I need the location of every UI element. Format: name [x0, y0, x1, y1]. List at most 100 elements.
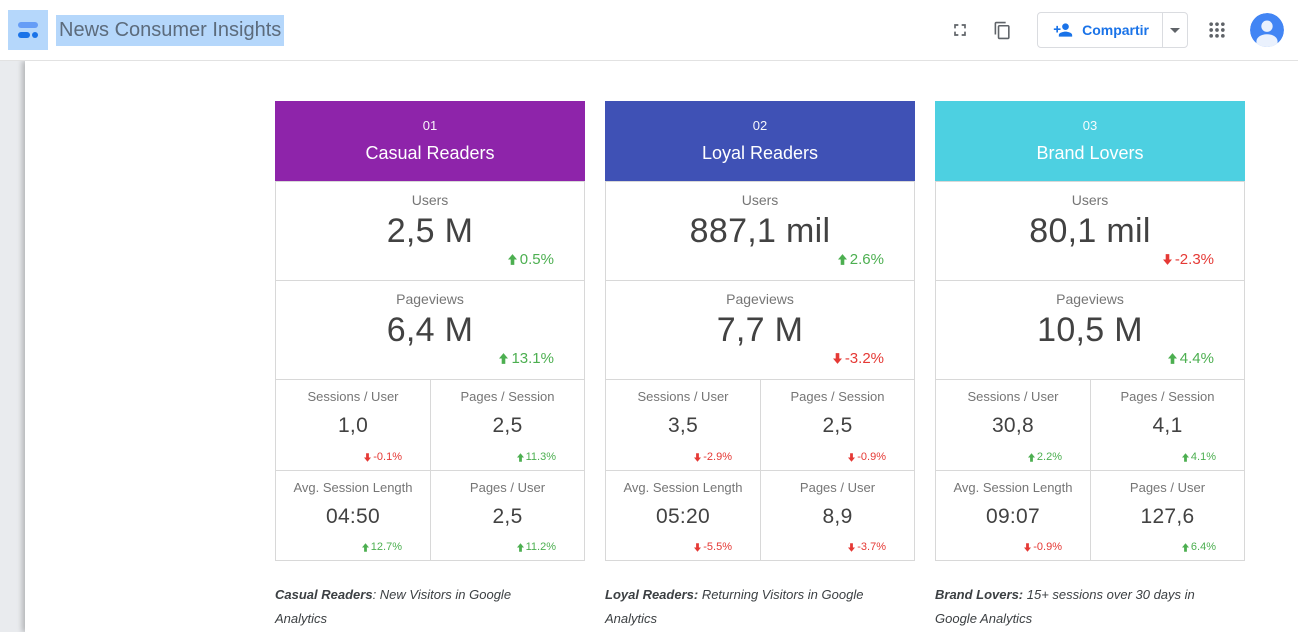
metric-delta: -2.3%: [1163, 251, 1214, 268]
segment-header[interactable]: 03 Brand Lovers: [935, 101, 1245, 181]
trend-arrow-icon: [1028, 453, 1035, 462]
trend-arrow-icon: [1168, 353, 1177, 364]
top-bar-actions: Compartir: [931, 12, 1284, 48]
scorecard-row: 01 Casual Readers Users 2,5 M 0.5% Pagev…: [275, 101, 1245, 561]
delta-value: -3.7%: [857, 541, 886, 553]
metric-delta: -0.1%: [364, 451, 402, 463]
data-studio-logo[interactable]: [8, 10, 48, 50]
scorecard-group-casual-readers[interactable]: 01 Casual Readers Users 2,5 M 0.5% Pagev…: [275, 101, 585, 561]
pageviews-scorecard[interactable]: Pageviews 6,4 M 13.1%: [275, 280, 585, 380]
footnote-row: Casual Readers: New Visitors in Google A…: [275, 583, 1245, 631]
users-scorecard[interactable]: Users 887,1 mil 2.6%: [605, 181, 915, 281]
avg-session-length-scorecard[interactable]: Avg. Session Length 05:20 -5.5%: [606, 470, 760, 560]
metric-value: 10,5 M: [936, 311, 1244, 350]
segment-footnote: Brand Lovers: 15+ sessions over 30 days …: [935, 583, 1245, 631]
trend-arrow-icon: [1182, 543, 1189, 552]
fullscreen-icon[interactable]: [947, 17, 973, 43]
scorecard-group-loyal-readers[interactable]: 02 Loyal Readers Users 887,1 mil 2.6% Pa…: [605, 101, 915, 561]
metric-delta: 0.5%: [508, 251, 554, 268]
footnote-term: Loyal Readers:: [605, 587, 698, 602]
segment-footnote: Casual Readers: New Visitors in Google A…: [275, 583, 585, 631]
metric-delta: -0.9%: [1024, 541, 1062, 553]
segment-number: 03: [935, 118, 1245, 133]
user-avatar[interactable]: [1250, 13, 1284, 47]
delta-value: 11.2%: [526, 541, 556, 553]
metric-label: Sessions / User: [606, 380, 760, 404]
metrics-grid: Sessions / User 1,0 -0.1% Pages / Sessio…: [275, 379, 585, 561]
pages-per-session-scorecard[interactable]: Pages / Session 2,5 -0.9%: [760, 380, 914, 470]
pageviews-scorecard[interactable]: Pageviews 7,7 M -3.2%: [605, 280, 915, 380]
data-studio-logo-icon: [14, 16, 42, 44]
report-title[interactable]: News Consumer Insights: [56, 15, 284, 46]
pageviews-scorecard[interactable]: Pageviews 10,5 M 4.4%: [935, 280, 1245, 380]
metric-label: Users: [276, 182, 584, 208]
metric-delta: 4.4%: [1168, 350, 1214, 367]
pages-per-user-scorecard[interactable]: Pages / User 127,6 6.4%: [1090, 470, 1244, 560]
chevron-down-icon: [1170, 28, 1180, 33]
metric-label: Pageviews: [936, 281, 1244, 307]
delta-value: -0.1%: [373, 451, 402, 463]
avatar-person-icon: [1250, 13, 1284, 47]
scorecard-group-brand-lovers[interactable]: 03 Brand Lovers Users 80,1 mil -2.3% Pag…: [935, 101, 1245, 561]
delta-value: 12.7%: [371, 541, 402, 553]
trend-arrow-icon: [833, 353, 842, 364]
delta-value: 0.5%: [520, 251, 554, 268]
metric-label: Sessions / User: [276, 380, 430, 404]
sessions-per-user-scorecard[interactable]: Sessions / User 1,0 -0.1%: [276, 380, 430, 470]
trend-arrow-icon: [517, 543, 524, 552]
app-window: News Consumer Insights Compartir: [0, 0, 1298, 632]
metric-delta: 6.4%: [1182, 541, 1216, 553]
metric-delta: -0.9%: [848, 451, 886, 463]
delta-value: -2.3%: [1175, 251, 1214, 268]
metric-label: Pages / User: [431, 471, 584, 495]
copy-icon[interactable]: [989, 17, 1015, 43]
metric-value: 09:07: [936, 505, 1090, 529]
metric-value: 6,4 M: [276, 311, 584, 350]
pages-per-user-scorecard[interactable]: Pages / User 2,5 11.2%: [430, 470, 584, 560]
metric-label: Pageviews: [276, 281, 584, 307]
trend-arrow-icon: [499, 353, 508, 364]
pages-per-user-scorecard[interactable]: Pages / User 8,9 -3.7%: [760, 470, 914, 560]
segment-header[interactable]: 02 Loyal Readers: [605, 101, 915, 181]
delta-value: -0.9%: [1033, 541, 1062, 553]
metric-label: Pages / Session: [1091, 380, 1244, 404]
share-button[interactable]: Compartir: [1038, 13, 1162, 47]
delta-value: 4.4%: [1180, 350, 1214, 367]
delta-value: -5.5%: [703, 541, 732, 553]
segment-number: 02: [605, 118, 915, 133]
metric-value: 2,5 M: [276, 212, 584, 251]
share-dropdown-button[interactable]: [1162, 13, 1187, 47]
avg-session-length-scorecard[interactable]: Avg. Session Length 04:50 12.7%: [276, 470, 430, 560]
delta-value: -0.9%: [857, 451, 886, 463]
metric-label: Sessions / User: [936, 380, 1090, 404]
apps-grid-icon[interactable]: [1204, 17, 1230, 43]
share-button-group: Compartir: [1037, 12, 1188, 48]
pages-per-session-scorecard[interactable]: Pages / Session 4,1 4.1%: [1090, 380, 1244, 470]
users-scorecard[interactable]: Users 2,5 M 0.5%: [275, 181, 585, 281]
users-scorecard[interactable]: Users 80,1 mil -2.3%: [935, 181, 1245, 281]
metric-value: 04:50: [276, 505, 430, 529]
trend-arrow-icon: [517, 453, 524, 462]
footnote-term: Brand Lovers:: [935, 587, 1023, 602]
metric-delta: 2.6%: [838, 251, 884, 268]
pages-per-session-scorecard[interactable]: Pages / Session 2,5 11.3%: [430, 380, 584, 470]
avg-session-length-scorecard[interactable]: Avg. Session Length 09:07 -0.9%: [936, 470, 1090, 560]
metric-value: 30,8: [936, 414, 1090, 438]
metrics-grid: Sessions / User 30,8 2.2% Pages / Sessio…: [935, 379, 1245, 561]
segment-number: 01: [275, 118, 585, 133]
trend-arrow-icon: [1024, 543, 1031, 552]
metric-value: 80,1 mil: [936, 212, 1244, 251]
metric-value: 887,1 mil: [606, 212, 914, 251]
metric-delta: -3.2%: [833, 350, 884, 367]
trend-arrow-icon: [364, 453, 371, 462]
metric-delta: -3.7%: [848, 541, 886, 553]
sessions-per-user-scorecard[interactable]: Sessions / User 30,8 2.2%: [936, 380, 1090, 470]
segment-footnote: Loyal Readers: Returning Visitors in Goo…: [605, 583, 915, 631]
segment-header[interactable]: 01 Casual Readers: [275, 101, 585, 181]
metric-label: Pages / Session: [431, 380, 584, 404]
trend-arrow-icon: [508, 254, 517, 265]
trend-arrow-icon: [694, 453, 701, 462]
sessions-per-user-scorecard[interactable]: Sessions / User 3,5 -2.9%: [606, 380, 760, 470]
segment-title: Loyal Readers: [605, 143, 915, 164]
delta-value: -2.9%: [703, 451, 732, 463]
